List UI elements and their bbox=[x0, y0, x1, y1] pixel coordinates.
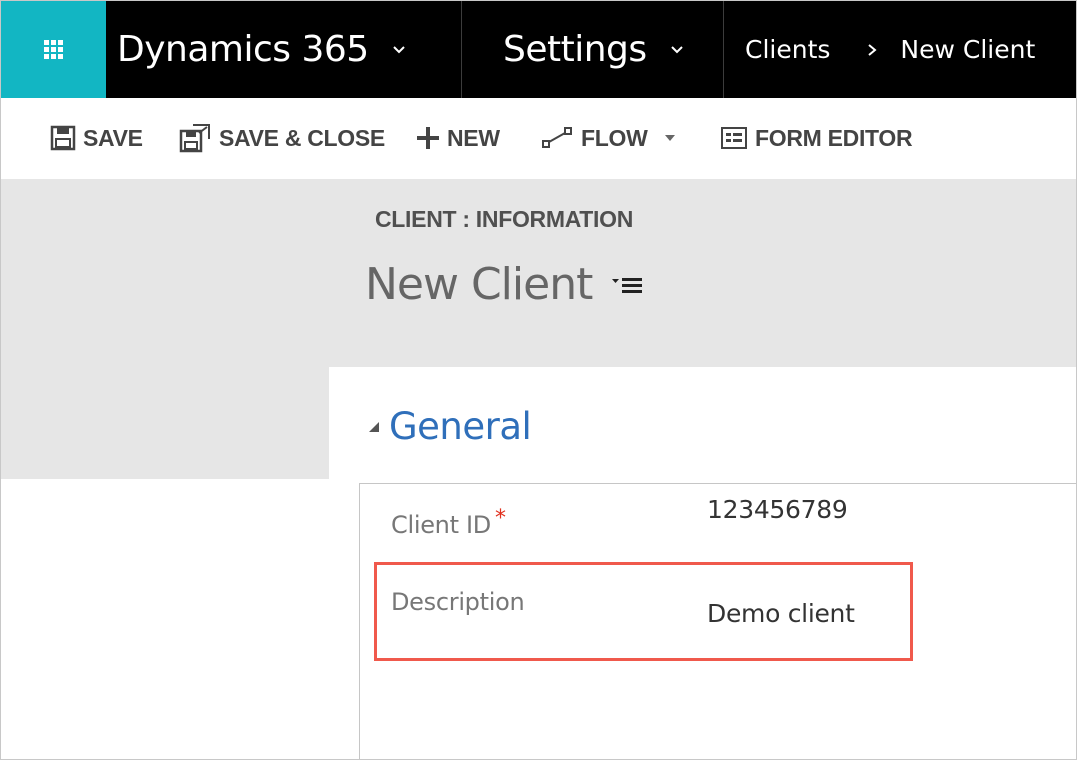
top-navigation-bar: Dynamics 365 Settings Clients New Client bbox=[1, 1, 1076, 98]
save-label: SAVE bbox=[83, 124, 143, 151]
area-switcher[interactable]: Settings bbox=[503, 1, 685, 98]
record-title: New Client bbox=[365, 259, 644, 310]
flow-button[interactable]: FLOW bbox=[541, 118, 682, 158]
title-menu-icon[interactable] bbox=[610, 273, 644, 297]
section-header-general[interactable]: General bbox=[367, 405, 532, 448]
app-window: Dynamics 365 Settings Clients New Client bbox=[0, 0, 1077, 760]
save-icon bbox=[50, 125, 76, 151]
command-bar: SAVE SAVE & CLOSE NEW FLOW FORM EDITOR bbox=[1, 98, 1076, 179]
save-close-icon bbox=[179, 124, 210, 153]
flow-icon bbox=[542, 127, 572, 148]
app-switcher[interactable]: Dynamics 365 bbox=[117, 1, 407, 98]
save-close-button[interactable]: SAVE & CLOSE bbox=[179, 118, 385, 158]
plus-icon bbox=[417, 127, 439, 149]
record-title-text: New Client bbox=[365, 259, 593, 310]
form-editor-button[interactable]: FORM EDITOR bbox=[719, 118, 913, 158]
save-button[interactable]: SAVE bbox=[49, 118, 143, 158]
app-launcher-icon bbox=[44, 40, 63, 59]
left-panel bbox=[1, 479, 329, 759]
chevron-down-icon bbox=[670, 45, 683, 53]
new-button[interactable]: NEW bbox=[415, 118, 500, 158]
nav-divider bbox=[723, 1, 724, 98]
new-label: NEW bbox=[447, 124, 500, 151]
app-launcher-button[interactable] bbox=[1, 1, 106, 98]
nav-divider bbox=[461, 1, 462, 98]
form-editor-label: FORM EDITOR bbox=[755, 124, 913, 151]
chevron-down-icon bbox=[392, 45, 405, 53]
form-editor-icon bbox=[721, 127, 747, 149]
save-close-label: SAVE & CLOSE bbox=[219, 124, 385, 151]
collapse-triangle-icon bbox=[369, 421, 379, 432]
client-id-label-text: Client ID bbox=[391, 511, 491, 539]
app-name: Dynamics 365 bbox=[117, 29, 369, 70]
breadcrumb-parent-link[interactable]: Clients bbox=[745, 35, 830, 64]
breadcrumb: Clients New Client bbox=[745, 1, 1035, 98]
client-id-field[interactable]: 123456789 bbox=[707, 495, 848, 524]
client-id-label: Client ID * bbox=[391, 506, 506, 539]
form-selector-label[interactable]: CLIENT : INFORMATION bbox=[375, 206, 633, 233]
flow-label: FLOW bbox=[581, 124, 648, 151]
breadcrumb-current: New Client bbox=[900, 35, 1036, 64]
area-name: Settings bbox=[503, 29, 647, 70]
description-highlight-box bbox=[374, 562, 913, 661]
required-marker: * bbox=[494, 506, 506, 531]
chevron-right-icon bbox=[868, 43, 877, 56]
caret-down-icon bbox=[664, 135, 675, 141]
section-title: General bbox=[389, 405, 532, 448]
